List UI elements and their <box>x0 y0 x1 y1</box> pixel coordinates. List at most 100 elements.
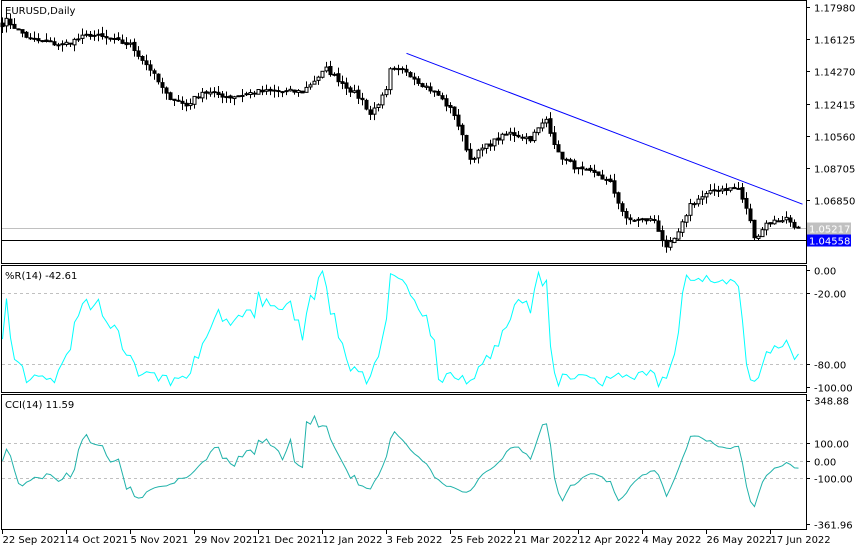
candle <box>640 217 645 223</box>
candle <box>484 143 489 154</box>
candle <box>272 84 277 98</box>
candle-body-down <box>776 220 781 223</box>
candle-body-down <box>440 95 445 100</box>
candle-body-down <box>412 76 417 80</box>
candle <box>300 90 305 94</box>
candle-body-down <box>436 90 441 96</box>
candle <box>336 67 341 87</box>
candle-body-up <box>696 198 701 205</box>
candle <box>20 29 25 38</box>
trendline <box>406 52 803 205</box>
candle <box>528 135 533 143</box>
candle <box>284 87 289 96</box>
candle <box>124 37 129 50</box>
candle <box>304 81 309 93</box>
candle <box>252 90 257 98</box>
candle <box>504 131 509 136</box>
candle <box>372 102 377 121</box>
price-tick-label: 1.17980 <box>814 4 855 15</box>
candle-body-up <box>212 91 217 94</box>
candle <box>612 173 617 198</box>
candle <box>344 77 349 95</box>
candle <box>536 127 541 136</box>
candle <box>360 92 365 106</box>
candle-body-down <box>0 22 5 28</box>
candle-body-up <box>756 235 761 239</box>
bid-price-label: 1.05217 <box>809 225 850 236</box>
candle <box>396 64 401 76</box>
candle-body-up <box>680 221 685 233</box>
candle-body-up <box>56 44 61 47</box>
candle-body-down <box>608 178 613 183</box>
candle-body-down <box>624 210 629 219</box>
candle-body-down <box>140 56 145 61</box>
candle-body-up <box>720 188 725 192</box>
candle-body-down <box>400 68 405 71</box>
candle <box>88 30 93 40</box>
candle <box>636 216 641 228</box>
candle <box>580 161 585 176</box>
candle <box>488 139 493 151</box>
candle-body-up <box>388 68 393 91</box>
candle-body-down <box>180 100 185 104</box>
candle-body-down <box>456 114 461 127</box>
williams-r-panel-frame <box>1 265 807 393</box>
candle-body-down <box>512 132 517 136</box>
candle-body-down <box>444 98 449 107</box>
candle-body-down <box>452 106 457 117</box>
candle <box>724 183 729 196</box>
candle-body-down <box>196 96 201 99</box>
candle <box>412 72 417 86</box>
candle-body-down <box>160 82 165 88</box>
candle-body-up <box>16 28 21 31</box>
candle-body-up <box>376 104 381 109</box>
candle-body-up <box>480 147 485 151</box>
candle <box>508 127 513 141</box>
candle <box>40 40 45 43</box>
candle <box>128 39 133 48</box>
candle <box>364 98 369 111</box>
candle-body-up <box>668 241 673 248</box>
time-tick-label: 14 Oct 2021 <box>67 535 129 546</box>
candle <box>60 40 65 52</box>
candle-body-down <box>560 151 565 160</box>
price-tick-label: 1.10560 <box>814 133 855 144</box>
williams-r-line <box>2 269 799 389</box>
candle <box>644 218 649 225</box>
candle-body-up <box>500 133 505 141</box>
time-tick-label: 21 Mar 2022 <box>515 535 578 546</box>
candle-body-down <box>44 39 49 42</box>
candle <box>772 215 777 225</box>
candle-body-down <box>552 132 557 146</box>
candle <box>116 32 121 41</box>
candle-body-down <box>520 136 525 139</box>
candle <box>716 185 721 197</box>
candle-body-down <box>360 97 365 101</box>
candle-body-up <box>564 158 569 161</box>
candle <box>756 234 761 242</box>
candle <box>648 215 653 222</box>
candle-body-down <box>344 82 349 89</box>
candle <box>592 164 597 178</box>
candle <box>276 86 281 98</box>
candle-body-down <box>340 81 345 84</box>
candle <box>16 28 21 31</box>
candle <box>340 75 345 90</box>
candle-body-down <box>268 88 273 92</box>
candle <box>720 185 725 194</box>
candle-body-down <box>428 86 433 92</box>
candle <box>76 33 81 43</box>
candle <box>732 183 737 190</box>
candle <box>788 215 793 227</box>
candle-body-down <box>300 90 305 94</box>
candle <box>444 94 449 112</box>
candle <box>120 34 125 45</box>
candle-body-down <box>32 37 37 40</box>
candle-body-up <box>280 91 285 94</box>
candle <box>192 95 197 109</box>
candle <box>356 85 361 104</box>
candle-body-up <box>352 90 357 93</box>
candle <box>152 68 157 80</box>
candle <box>624 208 629 225</box>
candle-body-up <box>324 66 329 72</box>
